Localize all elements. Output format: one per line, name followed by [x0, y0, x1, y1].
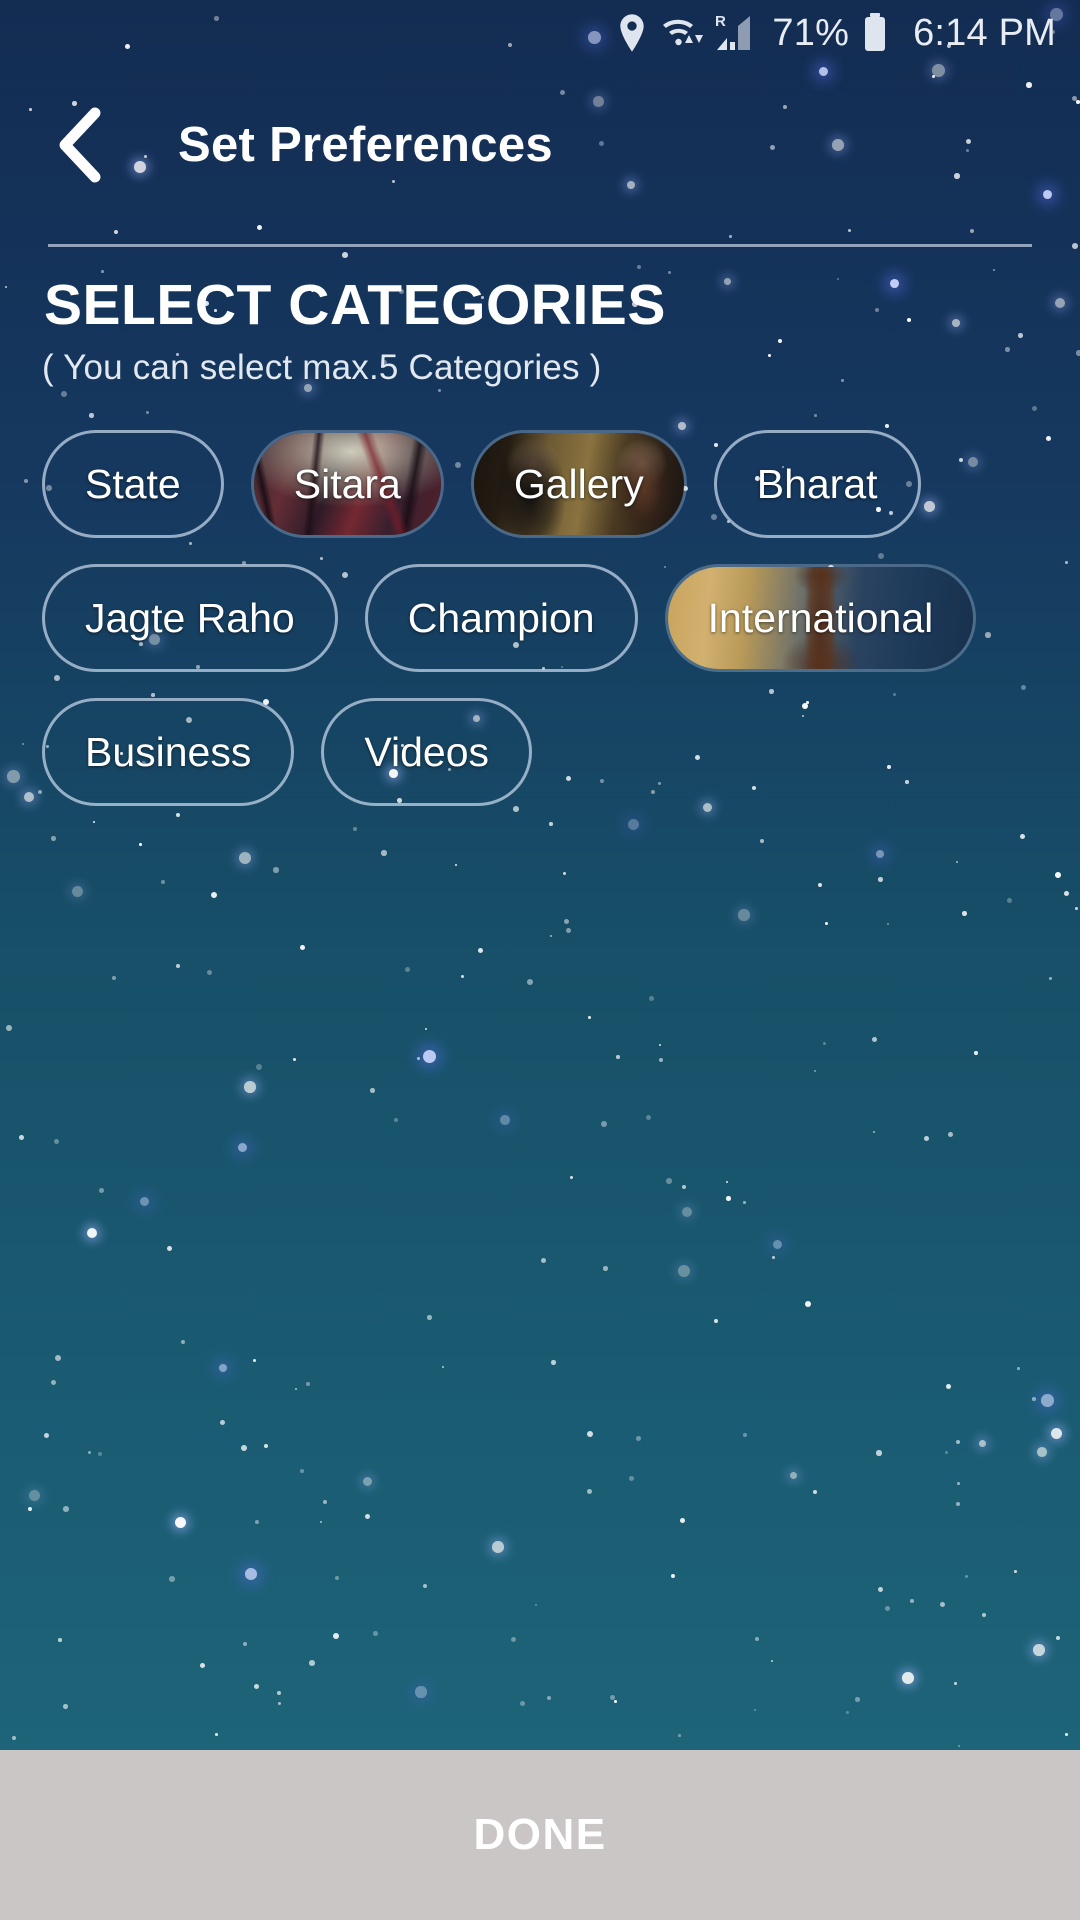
- category-chip-label: International: [707, 594, 934, 641]
- category-chip-business[interactable]: Business: [42, 698, 295, 806]
- status-bar: R 71% 6:14 PM: [0, 0, 1080, 66]
- category-chip-label: State: [85, 460, 181, 507]
- category-chip-champion[interactable]: Champion: [364, 564, 638, 672]
- app-bar-divider: [48, 244, 1032, 247]
- location-pin-icon: [618, 14, 646, 52]
- category-chip-list: State Sitara Gallery Bharat Jagte Raho Champi…: [42, 430, 1042, 806]
- category-chip-sitara[interactable]: Sitara: [250, 430, 444, 538]
- wifi-icon: [659, 13, 709, 53]
- clock: 6:14 PM: [901, 12, 1056, 55]
- category-chip-label: Bharat: [756, 460, 878, 507]
- back-chevron-icon: [59, 107, 101, 183]
- main-content: SELECT CATEGORIES ( You can select max.5…: [0, 251, 1080, 806]
- app-bar: Set Preferences: [0, 66, 1080, 251]
- battery-percent-text: 71%: [772, 11, 850, 54]
- svg-text:R: R: [715, 13, 726, 30]
- page-title: Set Preferences: [178, 118, 553, 172]
- category-chip-gallery[interactable]: Gallery: [470, 430, 687, 538]
- battery-icon: [862, 13, 888, 53]
- category-chip-label: Business: [85, 728, 252, 775]
- category-chip-jagte-raho[interactable]: Jagte Raho: [42, 564, 338, 672]
- phone-screen: R 71% 6:14 PM Set Preferences SELECT CAT…: [0, 0, 1080, 1920]
- category-chip-international[interactable]: International: [664, 564, 977, 672]
- done-button[interactable]: DONE: [0, 1750, 1080, 1920]
- back-button[interactable]: [38, 104, 120, 186]
- category-chip-label: Sitara: [293, 460, 401, 507]
- battery-percent-label: 71%: [772, 12, 849, 55]
- category-chip-bharat[interactable]: Bharat: [713, 430, 921, 538]
- section-hint: ( You can select max.5 Categories ): [42, 348, 602, 387]
- clock-text: 6:14 PM: [913, 11, 1056, 54]
- category-chip-label: Champion: [407, 594, 595, 641]
- category-chip-state[interactable]: State: [42, 430, 224, 538]
- category-chip-videos[interactable]: Videos: [321, 698, 532, 806]
- category-chip-label: Gallery: [513, 460, 644, 507]
- done-button-label: DONE: [473, 1810, 607, 1859]
- section-title: SELECT CATEGORIES: [44, 273, 666, 337]
- roaming-signal-icon: R: [713, 12, 759, 54]
- category-chip-label: Jagte Raho: [85, 594, 295, 641]
- category-chip-label: Videos: [364, 728, 489, 775]
